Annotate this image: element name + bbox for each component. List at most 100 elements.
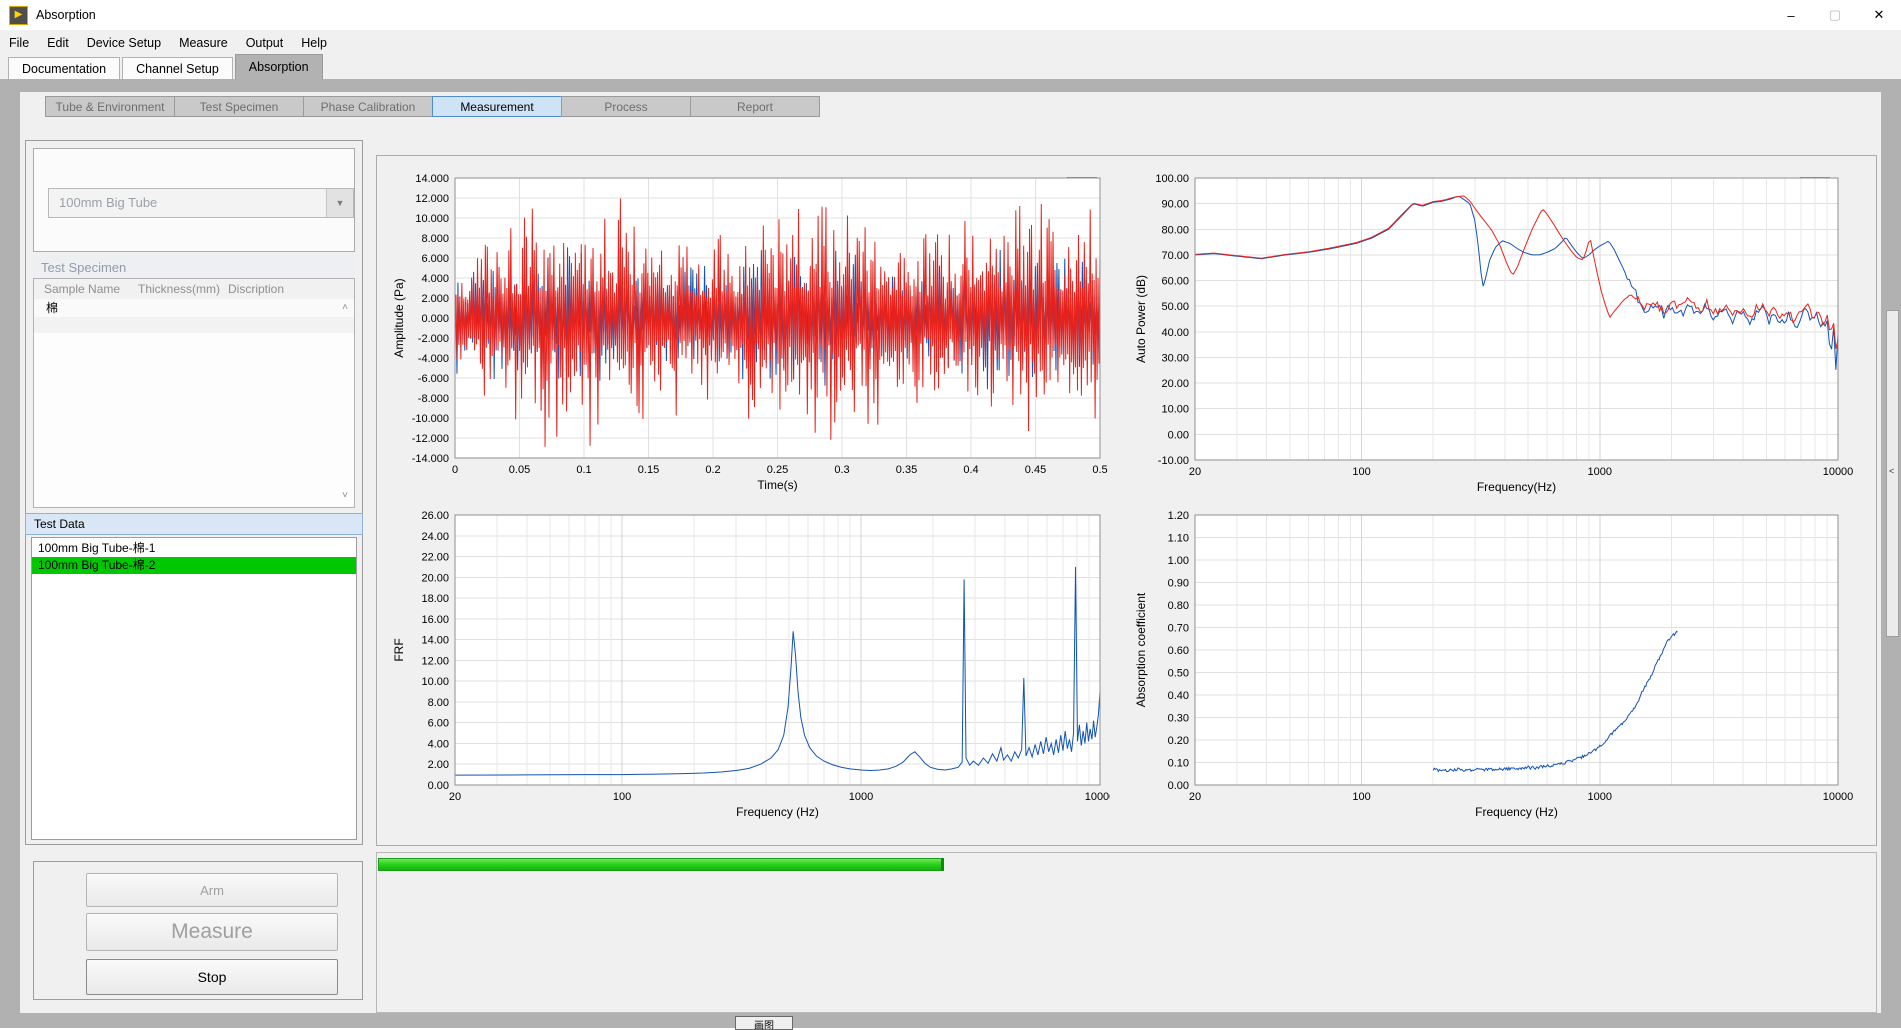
status-panel	[376, 852, 1877, 1013]
svg-text:0.5: 0.5	[1092, 464, 1107, 476]
svg-text:1000: 1000	[1588, 791, 1612, 803]
svg-text:16.00: 16.00	[421, 614, 449, 626]
measure-button[interactable]: Measure	[86, 913, 338, 951]
svg-text:26.00: 26.00	[421, 510, 449, 522]
svg-text:20: 20	[1189, 791, 1201, 803]
menu-edit[interactable]: Edit	[38, 30, 78, 55]
svg-text:0.05: 0.05	[509, 464, 530, 476]
svg-text:0.3: 0.3	[834, 464, 849, 476]
svg-text:Frequency(Hz): Frequency(Hz)	[1477, 480, 1556, 494]
svg-text:-2.000: -2.000	[418, 333, 449, 345]
svg-text:60.00: 60.00	[1161, 276, 1189, 288]
svg-text:0.45: 0.45	[1025, 464, 1046, 476]
tab-channel-setup[interactable]: Channel Setup	[122, 57, 233, 79]
menu-help[interactable]: Help	[292, 30, 336, 55]
svg-text:12.00: 12.00	[421, 655, 449, 667]
chevron-left-icon: <	[1889, 466, 1894, 476]
svg-text:10000: 10000	[1823, 466, 1854, 478]
svg-text:80.00: 80.00	[1161, 224, 1189, 236]
svg-text:10.00: 10.00	[421, 676, 449, 688]
minimize-button[interactable]: –	[1769, 0, 1813, 30]
list-item[interactable]: 100mm Big Tube-棉-1	[32, 540, 356, 557]
svg-text:0.70: 0.70	[1168, 623, 1189, 635]
svg-text:4.000: 4.000	[421, 273, 449, 285]
test-specimen-table[interactable]: Sample Name Thickness(mm) Discription 棉 …	[33, 278, 355, 508]
app-icon: ▶	[9, 6, 28, 25]
svg-text:6.00: 6.00	[428, 718, 449, 730]
svg-text:0.50: 0.50	[1168, 668, 1189, 680]
svg-text:100: 100	[613, 791, 631, 803]
menu-file[interactable]: File	[0, 30, 38, 55]
maximize-button[interactable]: ▢	[1813, 0, 1857, 30]
svg-text:100: 100	[1352, 791, 1370, 803]
svg-text:100.00: 100.00	[1155, 173, 1189, 185]
svg-text:10.00: 10.00	[1161, 404, 1189, 416]
splitter-handle[interactable]: <	[1886, 310, 1899, 637]
svg-text:0.90: 0.90	[1168, 578, 1189, 590]
title-bar: ▶ Absorption – ▢ ✕	[0, 0, 1901, 30]
svg-text:Time(s): Time(s)	[757, 478, 797, 492]
svg-text:100: 100	[1352, 466, 1370, 478]
svg-text:90.00: 90.00	[1161, 199, 1189, 211]
svg-text:14.000: 14.000	[415, 173, 449, 185]
test-data-list[interactable]: 100mm Big Tube-棉-1 100mm Big Tube-棉-2	[31, 537, 357, 840]
tab-documentation[interactable]: Documentation	[8, 57, 120, 79]
svg-text:-12.000: -12.000	[412, 433, 449, 445]
svg-text:-8.000: -8.000	[418, 393, 449, 405]
svg-text:20: 20	[449, 791, 461, 803]
svg-text:12.000: 12.000	[415, 193, 449, 205]
svg-text:50.00: 50.00	[1161, 301, 1189, 313]
scroll-up-icon[interactable]: ˄	[342, 303, 348, 313]
svg-text:-14.000: -14.000	[412, 453, 449, 465]
table-row-empty[interactable]	[34, 317, 354, 333]
svg-text:0.00: 0.00	[1168, 780, 1189, 792]
svg-text:-10.00: -10.00	[1158, 455, 1189, 467]
svg-text:0.20: 0.20	[1168, 735, 1189, 747]
svg-text:2.000: 2.000	[421, 293, 449, 305]
svg-text:22.00: 22.00	[421, 552, 449, 564]
svg-text:40.00: 40.00	[1161, 327, 1189, 339]
absorption-coefficient-graph: 1.201.101.000.900.800.700.600.500.400.30…	[1130, 505, 1878, 835]
scroll-down-icon[interactable]: ˅	[342, 491, 348, 501]
svg-text:24.00: 24.00	[421, 531, 449, 543]
subtab-report[interactable]: Report	[690, 96, 820, 117]
menu-output[interactable]: Output	[237, 30, 293, 55]
col-sample-name: Sample Name	[44, 282, 120, 296]
menu-measure[interactable]: Measure	[170, 30, 237, 55]
svg-text:0.40: 0.40	[1168, 690, 1189, 702]
main-tab-bar: Documentation Channel Setup Absorption	[0, 55, 1901, 79]
svg-text:0.4: 0.4	[963, 464, 978, 476]
tab-absorption[interactable]: Absorption	[235, 54, 323, 79]
svg-text:1000: 1000	[849, 791, 873, 803]
progress-bar	[378, 858, 1875, 871]
svg-text:Auto Power (dB): Auto Power (dB)	[1134, 275, 1148, 363]
subtab-tube-environment[interactable]: Tube & Environment	[45, 96, 175, 117]
list-item-selected[interactable]: 100mm Big Tube-棉-2	[32, 557, 356, 574]
close-button[interactable]: ✕	[1857, 0, 1901, 30]
arm-button[interactable]: Arm	[86, 873, 338, 907]
svg-text:8.000: 8.000	[421, 233, 449, 245]
svg-text:14.00: 14.00	[421, 635, 449, 647]
svg-text:0.00: 0.00	[428, 780, 449, 792]
svg-text:18.00: 18.00	[421, 593, 449, 605]
table-row[interactable]: 棉	[34, 299, 354, 317]
progress-bar-fill	[378, 858, 944, 871]
svg-text:0.000: 0.000	[421, 313, 449, 325]
svg-text:20: 20	[1189, 466, 1201, 478]
frf-graph: 26.0024.0022.0020.0018.0016.0014.0012.00…	[388, 505, 1110, 835]
svg-text:8.00: 8.00	[428, 697, 449, 709]
subtab-test-specimen[interactable]: Test Specimen	[174, 96, 304, 117]
svg-text:-6.000: -6.000	[418, 373, 449, 385]
svg-text:6.000: 6.000	[421, 253, 449, 265]
subtab-measurement[interactable]: Measurement	[432, 96, 562, 117]
test-data-title: Test Data	[25, 513, 363, 535]
subtab-phase-calibration[interactable]: Phase Calibration	[303, 96, 433, 117]
svg-text:2.00: 2.00	[428, 759, 449, 771]
subtab-process[interactable]: Process	[561, 96, 691, 117]
stop-button[interactable]: Stop	[86, 959, 338, 995]
svg-text:Absorption coefficient: Absorption coefficient	[1134, 592, 1148, 707]
svg-text:0.60: 0.60	[1168, 645, 1189, 657]
impedance-tube-dropdown[interactable]: 100mm Big Tube ▼	[48, 188, 354, 218]
menu-device-setup[interactable]: Device Setup	[78, 30, 170, 55]
chevron-down-icon[interactable]: ▼	[326, 189, 353, 217]
